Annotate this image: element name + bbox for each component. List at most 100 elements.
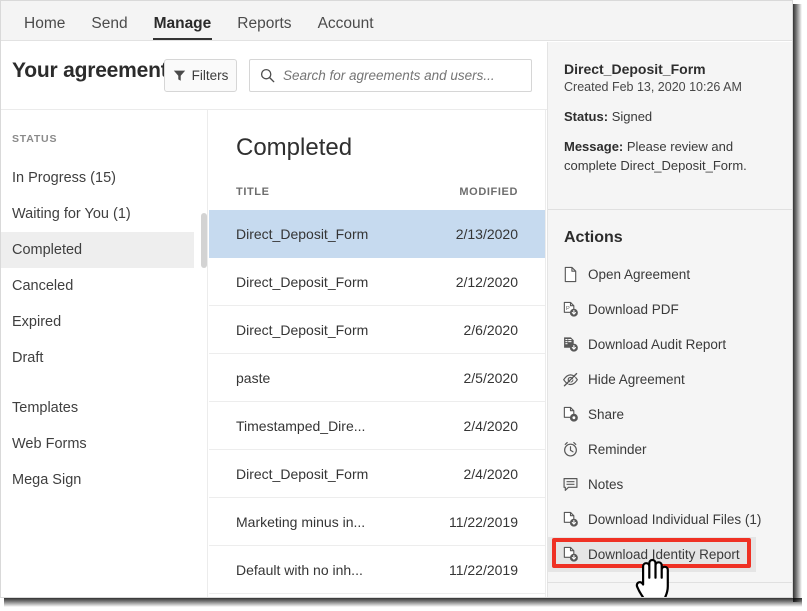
action-label: Reminder	[588, 442, 647, 457]
row-title: Marketing minus in...	[236, 514, 365, 530]
nav-item-manage[interactable]: Manage	[141, 16, 225, 41]
column-header-modified: MODIFIED	[459, 186, 518, 198]
sidebar-item-waiting-for-you[interactable]: Waiting for You (1)	[1, 196, 208, 232]
action-download-pdf[interactable]: P Download PDF	[548, 292, 792, 327]
sidebar-item-label: Expired	[12, 314, 61, 330]
sidebar-item-canceled[interactable]: Canceled	[1, 268, 208, 304]
actions-title: Actions	[564, 229, 623, 247]
action-label: Download Identity Report	[588, 547, 740, 562]
status-badge: Signed	[612, 109, 652, 124]
document-icon	[562, 266, 579, 283]
sidebar-item-mega-sign[interactable]: Mega Sign	[1, 462, 208, 498]
sidebar-item-completed[interactable]: Completed	[1, 232, 194, 268]
sidebar-item-label: Completed	[12, 242, 82, 258]
action-reminder[interactable]: Reminder	[548, 432, 792, 467]
agreement-detail-panel: Direct_Deposit_Form Created Feb 13, 2020…	[547, 42, 792, 598]
pdf-download-icon: P	[562, 301, 579, 318]
row-modified: 2/4/2020	[464, 418, 519, 434]
row-modified: 11/22/2019	[449, 562, 518, 578]
action-label: Hide Agreement	[588, 372, 685, 387]
row-title: Direct_Deposit_Form	[236, 226, 368, 242]
sidebar-item-label: Mega Sign	[12, 472, 81, 488]
app-root: Home Send Manage Reports Account Your ag…	[0, 0, 807, 611]
sidebar-item-templates[interactable]: Templates	[1, 390, 208, 426]
list-title: Completed	[236, 134, 352, 162]
right-panel-bottom-divider	[547, 582, 792, 583]
search-icon	[260, 68, 275, 83]
filters-button[interactable]: Filters	[164, 59, 237, 92]
row-modified: 2/6/2020	[464, 322, 519, 338]
row-modified: 2/5/2020	[464, 370, 519, 386]
row-title: Direct_Deposit_Form	[236, 466, 368, 482]
sidebar-item-label: Web Forms	[12, 436, 87, 452]
nav-item-send[interactable]: Send	[78, 16, 140, 41]
page-title: Your agreements	[12, 59, 179, 83]
table-row[interactable]: Direct_Deposit_Form 2/12/2020	[209, 258, 546, 306]
row-title: Timestamped_Dire...	[236, 418, 365, 434]
nav-item-account[interactable]: Account	[305, 16, 387, 41]
action-label: Download PDF	[588, 302, 679, 317]
row-modified: 2/13/2020	[456, 226, 518, 242]
action-label: Share	[588, 407, 624, 422]
action-hide-agreement[interactable]: Hide Agreement	[548, 362, 792, 397]
status-label: Status:	[564, 109, 608, 124]
table-row[interactable]: Marketing minus in... 11/22/2019	[209, 498, 546, 546]
sidebar-item-label: Canceled	[12, 278, 73, 294]
action-label: Notes	[588, 477, 623, 492]
action-notes[interactable]: Notes	[548, 467, 792, 502]
row-title: Direct_Deposit_Form	[236, 274, 368, 290]
sidebar-item-web-forms[interactable]: Web Forms	[1, 426, 208, 462]
row-modified: 2/4/2020	[464, 466, 519, 482]
nav-item-reports[interactable]: Reports	[224, 16, 304, 41]
table-row[interactable]: Direct_Deposit_Form 2/4/2020	[209, 450, 546, 498]
window-shadow-bottom	[4, 598, 802, 607]
action-open-agreement[interactable]: Open Agreement	[548, 257, 792, 292]
actions-list: Open Agreement P Download PDF	[548, 257, 792, 572]
table-row[interactable]: Direct_Deposit_Form 2/13/2020	[209, 210, 546, 258]
actions-section: Actions Open Agreement P	[548, 211, 792, 598]
window-shadow-right	[793, 4, 802, 602]
agreements-list-panel: Completed TITLE MODIFIED Direct_Deposit_…	[209, 110, 546, 598]
detail-created: Created Feb 13, 2020 10:26 AM	[564, 80, 778, 94]
alarm-clock-icon	[562, 441, 579, 458]
report-download-icon	[562, 336, 579, 353]
share-document-icon	[562, 406, 579, 423]
action-share[interactable]: Share	[548, 397, 792, 432]
sidebar-item-label: Templates	[12, 400, 78, 416]
funnel-icon	[173, 69, 186, 82]
status-sidebar: STATUS In Progress (15) Waiting for You …	[1, 110, 208, 598]
list-column-headers: TITLE MODIFIED	[236, 186, 518, 198]
row-title: paste	[236, 370, 270, 386]
action-download-individual-files[interactable]: Download Individual Files (1)	[548, 502, 792, 537]
sidebar-divider-space	[1, 376, 208, 390]
sidebar-list: In Progress (15) Waiting for You (1) Com…	[1, 160, 208, 498]
column-header-title: TITLE	[236, 186, 270, 198]
sidebar-section-label: STATUS	[12, 133, 57, 145]
sidebar-item-draft[interactable]: Draft	[1, 340, 208, 376]
search-input[interactable]	[283, 68, 523, 83]
eye-off-icon	[562, 371, 579, 388]
table-row[interactable]: Default with no inh... 11/22/2019	[209, 546, 546, 594]
table-row[interactable]: paste 2/5/2020	[209, 354, 546, 402]
action-download-identity-report[interactable]: Download Identity Report	[548, 537, 756, 572]
row-modified: 2/12/2020	[456, 274, 518, 290]
row-title: Default with no inh...	[236, 562, 363, 578]
message-label: Message:	[564, 139, 623, 154]
sidebar-item-label: Draft	[12, 350, 43, 366]
sidebar-item-in-progress[interactable]: In Progress (15)	[1, 160, 208, 196]
application-window: Home Send Manage Reports Account Your ag…	[0, 0, 793, 598]
sidebar-item-label: In Progress (15)	[12, 170, 116, 186]
note-bubble-icon	[562, 476, 579, 493]
file-download-icon	[562, 546, 579, 563]
sidebar-item-expired[interactable]: Expired	[1, 304, 208, 340]
list-scrollbar-thumb[interactable]	[201, 213, 207, 268]
table-row[interactable]: Direct_Deposit_Form 2/6/2020	[209, 306, 546, 354]
action-download-audit-report[interactable]: Download Audit Report	[548, 327, 792, 362]
status-line: Status: Signed	[564, 109, 778, 124]
nav-item-home[interactable]: Home	[11, 16, 78, 41]
row-title: Direct_Deposit_Form	[236, 322, 368, 338]
search-box[interactable]	[249, 59, 532, 92]
table-row[interactable]: Timestamped_Dire... 2/4/2020	[209, 402, 546, 450]
detail-title: Direct_Deposit_Form	[564, 61, 778, 77]
action-label: Open Agreement	[588, 267, 690, 282]
